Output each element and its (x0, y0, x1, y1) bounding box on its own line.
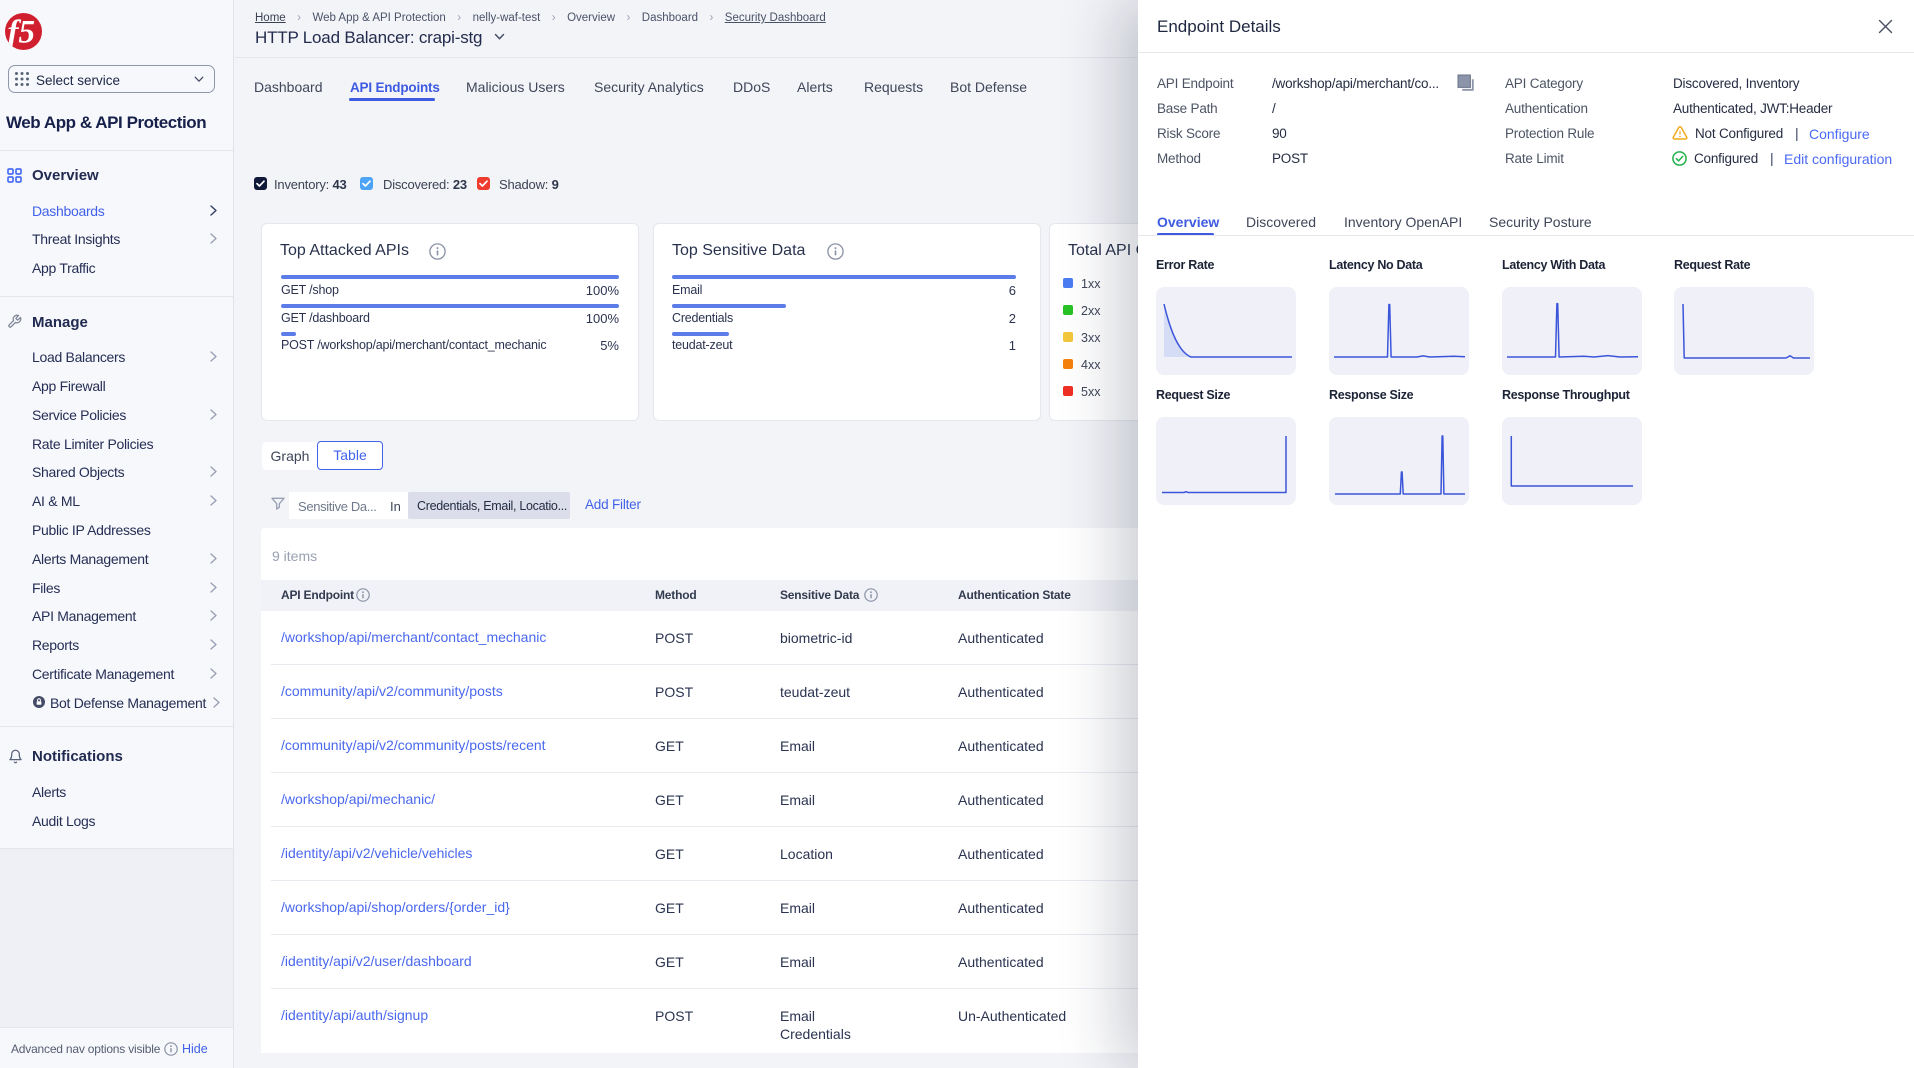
svg-text:f5: f5 (8, 15, 36, 51)
